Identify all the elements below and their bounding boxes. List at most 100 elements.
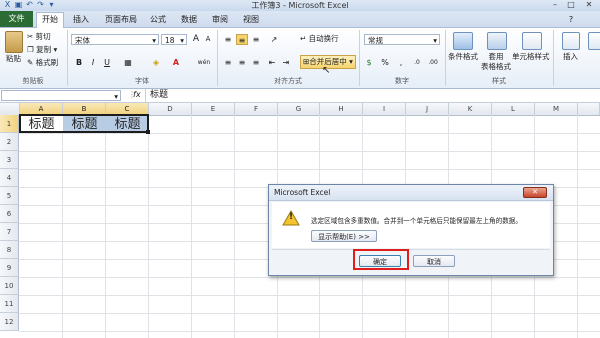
- orientation-icon[interactable]: ↗: [268, 34, 280, 45]
- align-left-icon[interactable]: ≡: [222, 57, 234, 68]
- help-icon[interactable]: ?: [566, 13, 576, 27]
- bold-button[interactable]: B: [73, 57, 85, 68]
- gridline: [105, 115, 106, 338]
- cell-styles-button[interactable]: 单元格样式: [512, 52, 550, 62]
- window-title: 工作簿3 - Microsoft Excel: [251, 1, 349, 10]
- insert-function-button[interactable]: fx: [133, 89, 141, 101]
- row-header-4[interactable]: 4: [0, 169, 19, 187]
- row-header-5[interactable]: 5: [0, 187, 19, 205]
- grow-font-button[interactable]: A: [190, 34, 202, 45]
- row-header-2[interactable]: 2: [0, 133, 19, 151]
- copy-button[interactable]: ❐ 复制 ▾: [27, 45, 57, 55]
- tab-file[interactable]: 文件: [0, 11, 33, 27]
- formula-input[interactable]: 标题: [145, 89, 600, 102]
- paste-button[interactable]: 粘贴: [6, 54, 21, 64]
- decrease-indent-icon[interactable]: ⇤: [266, 57, 278, 68]
- column-header-l[interactable]: L: [492, 103, 535, 115]
- comma-style-button[interactable]: ,: [395, 57, 407, 68]
- align-top-icon[interactable]: ≡: [222, 34, 234, 45]
- borders-icon[interactable]: ▦: [122, 57, 134, 68]
- format-as-table-icon[interactable]: [487, 32, 507, 50]
- cell-a1[interactable]: 标题: [20, 116, 63, 133]
- font-name-select[interactable]: 宋体 ▾: [71, 34, 159, 45]
- row-header-7[interactable]: 7: [0, 223, 19, 241]
- tab-home[interactable]: 开始: [36, 12, 64, 28]
- underline-button[interactable]: U: [101, 57, 113, 68]
- column-header-h[interactable]: H: [320, 103, 363, 115]
- insert-cells-icon[interactable]: [562, 32, 580, 50]
- tab-review[interactable]: 审阅: [207, 13, 233, 27]
- fill-color-icon[interactable]: ◈: [150, 57, 162, 68]
- formula-bar: ▾ ⋮ fx 标题: [0, 89, 600, 103]
- row-header-11[interactable]: 11: [0, 295, 19, 313]
- increase-decimal-button[interactable]: .0: [410, 57, 424, 68]
- tab-view[interactable]: 视图: [238, 13, 264, 27]
- cell-b1[interactable]: 标题: [63, 116, 106, 133]
- tab-insert[interactable]: 插入: [68, 13, 94, 27]
- row-header-10[interactable]: 10: [0, 277, 19, 295]
- row-header-9[interactable]: 9: [0, 259, 19, 277]
- conditional-format-icon[interactable]: [453, 32, 473, 50]
- maximize-button[interactable]: □: [564, 0, 578, 10]
- align-center-icon[interactable]: ≡: [236, 57, 248, 68]
- accounting-format-icon[interactable]: $: [363, 57, 375, 68]
- percent-button[interactable]: %: [379, 57, 391, 68]
- ok-highlight-box: [353, 249, 409, 270]
- cell-styles-icon[interactable]: [522, 32, 542, 50]
- increase-indent-icon[interactable]: ⇥: [280, 57, 292, 68]
- tab-page-layout[interactable]: 页面布局: [100, 13, 142, 27]
- column-header-m[interactable]: M: [535, 103, 578, 115]
- row-header-8[interactable]: 8: [0, 241, 19, 259]
- conditional-format-button[interactable]: 条件格式: [448, 52, 478, 62]
- number-format-select[interactable]: 常规 ▾: [364, 34, 440, 45]
- align-middle-icon[interactable]: ≡: [236, 34, 248, 45]
- font-color-button[interactable]: A: [170, 57, 182, 68]
- close-button[interactable]: ✕: [582, 0, 596, 10]
- align-right-icon[interactable]: ≡: [250, 57, 262, 68]
- gridline: [19, 331, 600, 332]
- decrease-decimal-button[interactable]: .00: [426, 57, 440, 68]
- italic-button[interactable]: I: [87, 57, 99, 68]
- column-header-n[interactable]: [578, 103, 600, 115]
- shrink-font-button[interactable]: A: [202, 34, 214, 45]
- delete-cells-icon[interactable]: [588, 32, 600, 50]
- align-bottom-icon[interactable]: ≡: [250, 34, 262, 45]
- row-header-3[interactable]: 3: [0, 151, 19, 169]
- column-header-k[interactable]: K: [449, 103, 492, 115]
- row-header-6[interactable]: 6: [0, 205, 19, 223]
- cancel-button[interactable]: 取消: [413, 255, 455, 267]
- dialog-title: Microsoft Excel: [274, 188, 331, 197]
- column-header-f[interactable]: F: [235, 103, 278, 115]
- scissors-icon: ✂: [27, 32, 36, 41]
- row-header-1[interactable]: 1: [0, 115, 19, 133]
- show-help-button[interactable]: 显示帮助(E) >>: [311, 230, 377, 242]
- paste-icon[interactable]: [5, 31, 23, 53]
- cell-c1[interactable]: 标题: [106, 116, 149, 133]
- gridline: [19, 277, 600, 278]
- column-header-e[interactable]: E: [192, 103, 235, 115]
- group-label-styles: 样式: [492, 77, 506, 85]
- dialog-divider: [272, 249, 550, 250]
- font-size-select[interactable]: 18 ▾: [161, 34, 187, 45]
- dialog-close-button[interactable]: ✕: [523, 187, 547, 198]
- phonetic-icon[interactable]: wén: [196, 57, 212, 68]
- cut-button[interactable]: ✂ 剪切: [27, 32, 51, 42]
- dialog-message: 选定区域包含多重数值。合并到一个单元格后只能保留最左上角的数据。: [311, 217, 522, 225]
- gridline: [577, 115, 578, 338]
- name-box[interactable]: ▾: [1, 90, 121, 101]
- column-header-g[interactable]: G: [278, 103, 320, 115]
- wrap-text-button[interactable]: ↵ 自动换行: [300, 34, 339, 44]
- insert-cells-button[interactable]: 插入: [563, 52, 578, 62]
- column-header-j[interactable]: J: [406, 103, 449, 115]
- gridline: [148, 115, 149, 338]
- mouse-cursor-icon: ↖: [322, 65, 331, 76]
- tab-data[interactable]: 数据: [176, 13, 202, 27]
- column-header-i[interactable]: I: [363, 103, 406, 115]
- row-header-12[interactable]: 12: [0, 313, 19, 331]
- minimize-button[interactable]: –: [548, 0, 562, 10]
- format-painter-button[interactable]: ✎ 格式刷: [27, 58, 58, 68]
- column-header-d[interactable]: D: [149, 103, 192, 115]
- format-as-table-button[interactable]: 套用 表格格式: [480, 52, 512, 72]
- select-all-corner[interactable]: [0, 103, 20, 115]
- tab-formulas[interactable]: 公式: [145, 13, 171, 27]
